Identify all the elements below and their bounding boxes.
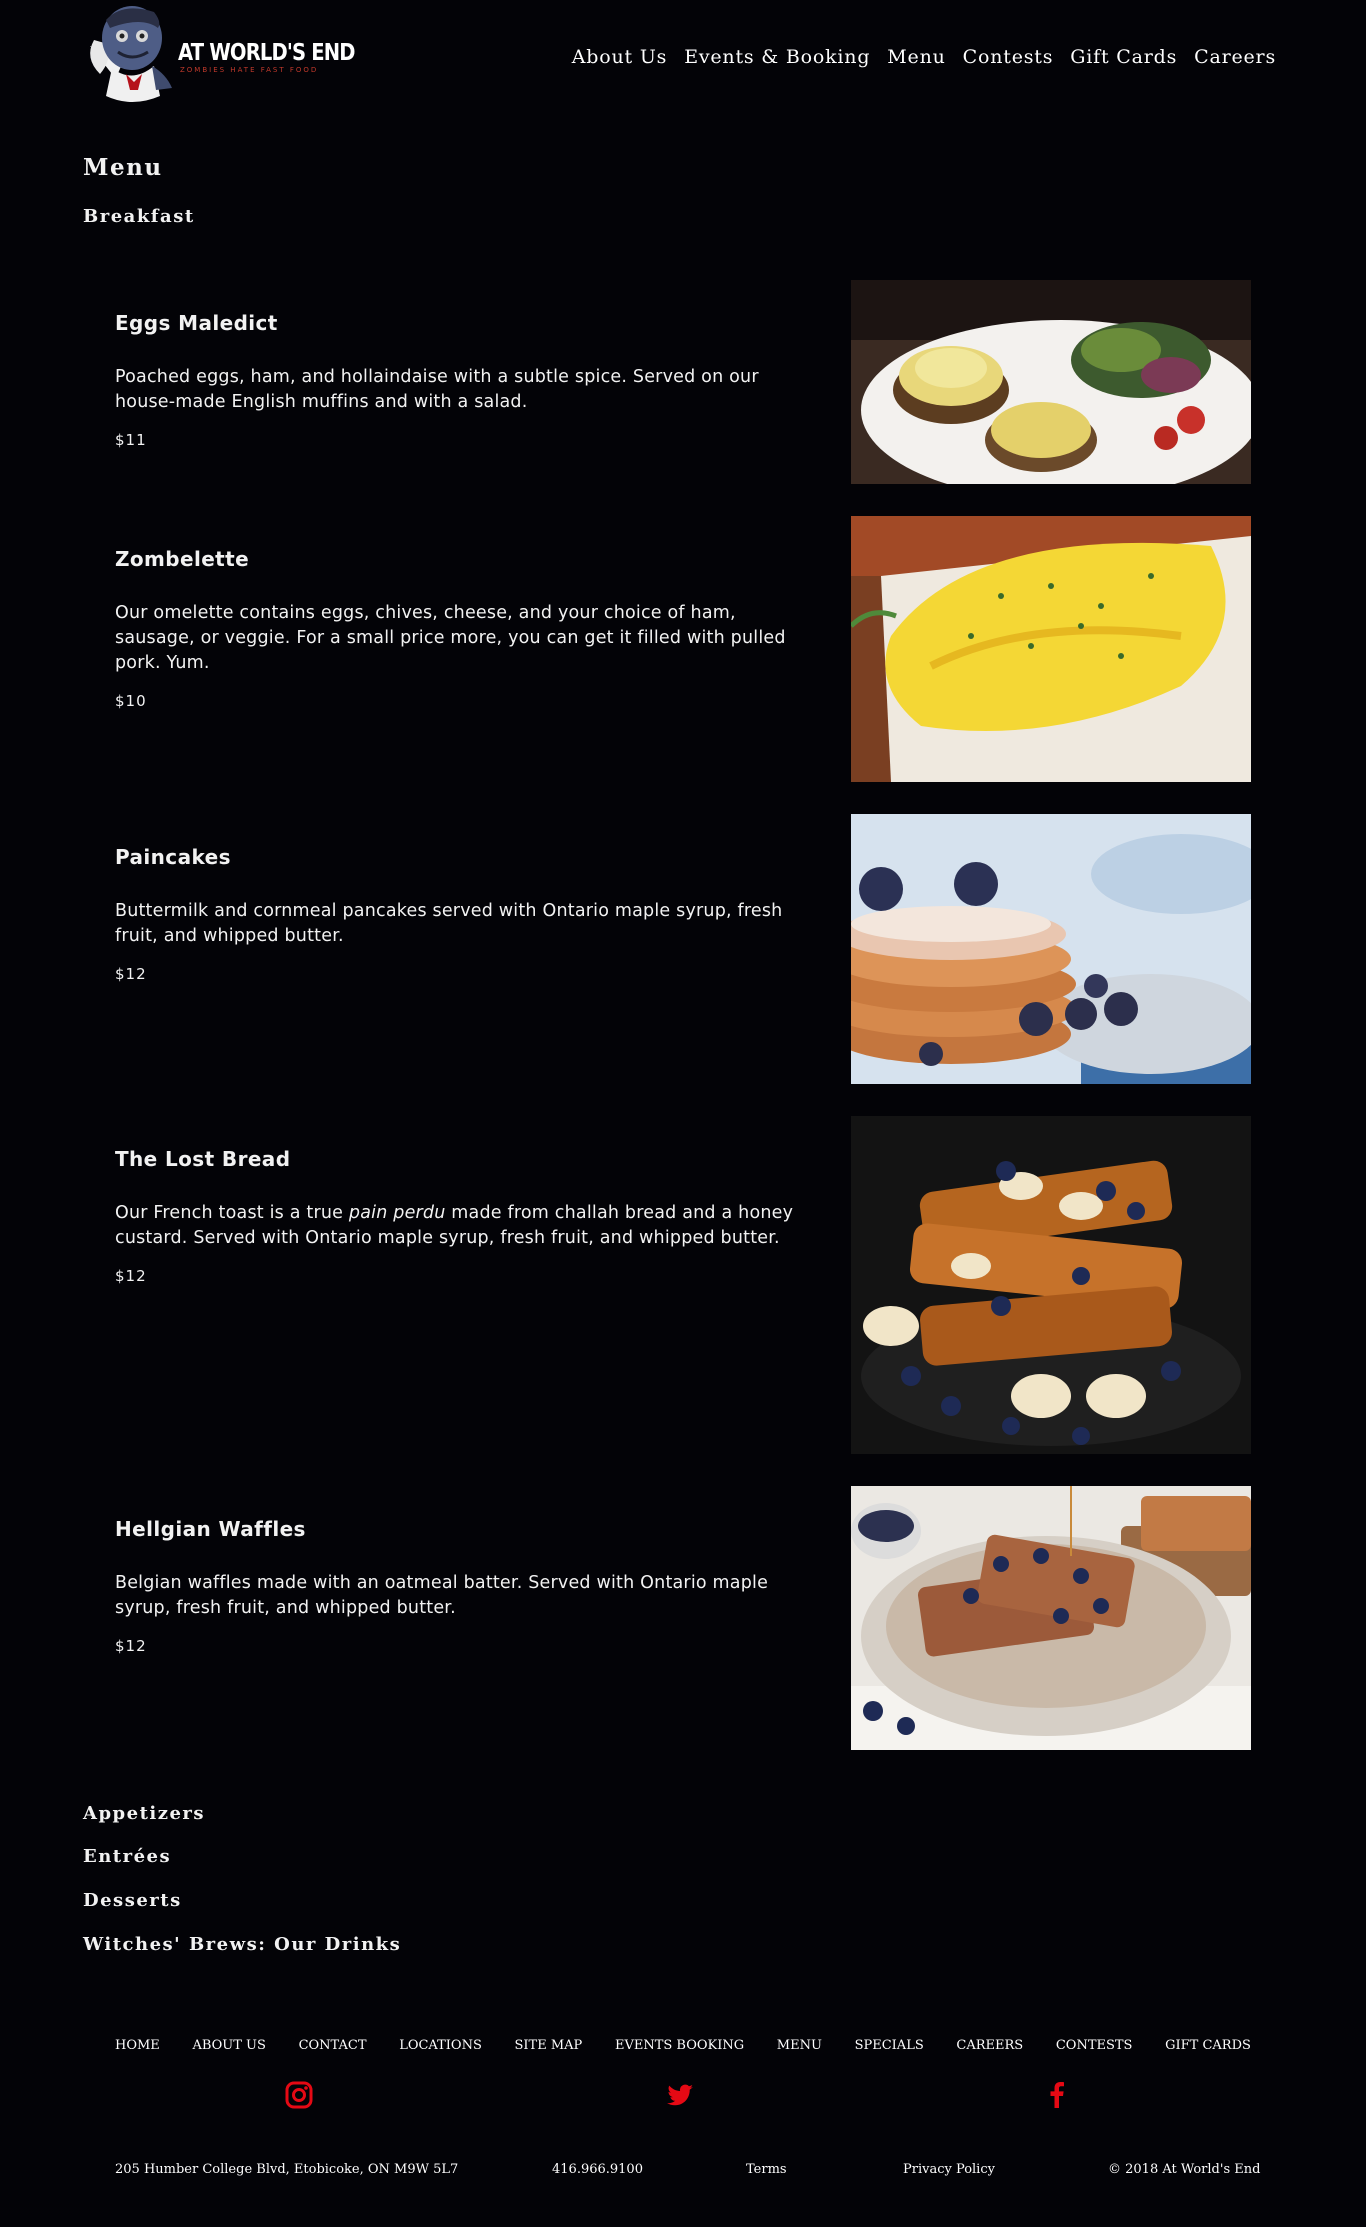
category-drinks[interactable]: Witches' Brews: Our Drinks [83,1934,401,1955]
item-name: Paincakes [115,845,231,869]
footer-link-menu[interactable]: MENU [777,2038,822,2053]
twitter-icon[interactable] [665,2080,695,2110]
nav-menu[interactable]: Menu [887,46,945,68]
item-name: The Lost Bread [115,1147,291,1171]
waffles-photo [851,1486,1251,1750]
site-header: AT WORLD'S END ZOMBIES HATE FAST FOOD Ab… [0,0,1366,120]
footer-address: 205 Humber College Blvd, Etobicoke, ON M… [115,2162,459,2177]
menu-item: Eggs Maledict Poached eggs, ham, and hol… [115,311,815,449]
item-description: Our omelette contains eggs, chives, chee… [115,603,786,673]
item-price: $12 [115,965,147,983]
footer-link-contact[interactable]: CONTACT [299,2038,367,2053]
menu-item: The Lost Bread Our French toast is a tru… [115,1147,815,1285]
footer-phone[interactable]: 416.966.9100 [552,2162,643,2177]
footer-nav: HOME ABOUT US CONTACT LOCATIONS SITE MAP… [115,2038,1251,2053]
item-description: Belgian waffles made with an oatmeal bat… [115,1573,769,1618]
item-description: Poached eggs, ham, and hollaindaise with… [115,367,759,412]
category-appetizers[interactable]: Appetizers [83,1803,205,1824]
item-description: Our French toast is a true pain perdu ma… [115,1203,794,1248]
footer-link-about-us[interactable]: ABOUT US [192,2038,265,2053]
item-name: Hellgian Waffles [115,1517,306,1541]
footer-terms-link[interactable]: Terms [746,2162,787,2177]
instagram-icon[interactable] [284,2080,314,2110]
main-nav: About Us Events & Booking Menu Contests … [572,46,1276,68]
item-price: $12 [115,1267,147,1285]
item-price: $11 [115,431,147,449]
brand-name: AT WORLD'S END [178,40,355,66]
footer-copyright: © 2018 At World's End [1108,2162,1261,2177]
footer-link-events-booking[interactable]: EVENTS BOOKING [615,2038,744,2053]
menu-item: Zombelette Our omelette contains eggs, c… [115,547,815,710]
item-name: Zombelette [115,547,250,571]
category-entrees[interactable]: Entrées [83,1846,171,1867]
footer-link-gift-cards[interactable]: GIFT CARDS [1165,2038,1251,2053]
item-name: Eggs Maledict [115,311,278,335]
category-desserts[interactable]: Desserts [83,1890,182,1911]
logo[interactable]: AT WORLD'S END ZOMBIES HATE FAST FOOD [82,0,355,110]
french-toast-photo [851,1116,1251,1454]
eggs-benedict-photo [851,280,1251,484]
page-title: Menu [83,154,163,181]
nav-careers[interactable]: Careers [1194,46,1276,68]
brand-tagline: ZOMBIES HATE FAST FOOD [180,66,319,74]
footer-link-locations[interactable]: LOCATIONS [399,2038,482,2053]
item-price: $12 [115,1637,147,1655]
footer-link-site-map[interactable]: SITE MAP [515,2038,583,2053]
nav-events-booking[interactable]: Events & Booking [684,46,870,68]
pancakes-photo [851,814,1251,1084]
item-price: $10 [115,692,147,710]
menu-item: Hellgian Waffles Belgian waffles made wi… [115,1517,815,1655]
footer-link-careers[interactable]: CAREERS [956,2038,1023,2053]
item-description: Buttermilk and cornmeal pancakes served … [115,901,783,946]
footer-privacy-link[interactable]: Privacy Policy [903,2162,995,2177]
omelette-photo [851,516,1251,782]
facebook-icon[interactable] [1042,2080,1072,2110]
footer-link-home[interactable]: HOME [115,2038,160,2053]
menu-item: Paincakes Buttermilk and cornmeal pancak… [115,845,815,983]
section-title-breakfast[interactable]: Breakfast [83,206,195,227]
nav-about-us[interactable]: About Us [572,46,667,68]
footer-link-contests[interactable]: CONTESTS [1056,2038,1133,2053]
nav-gift-cards[interactable]: Gift Cards [1070,46,1177,68]
zombie-mascot-icon [90,6,172,102]
nav-contests[interactable]: Contests [963,46,1054,68]
footer-link-specials[interactable]: SPECIALS [855,2038,924,2053]
